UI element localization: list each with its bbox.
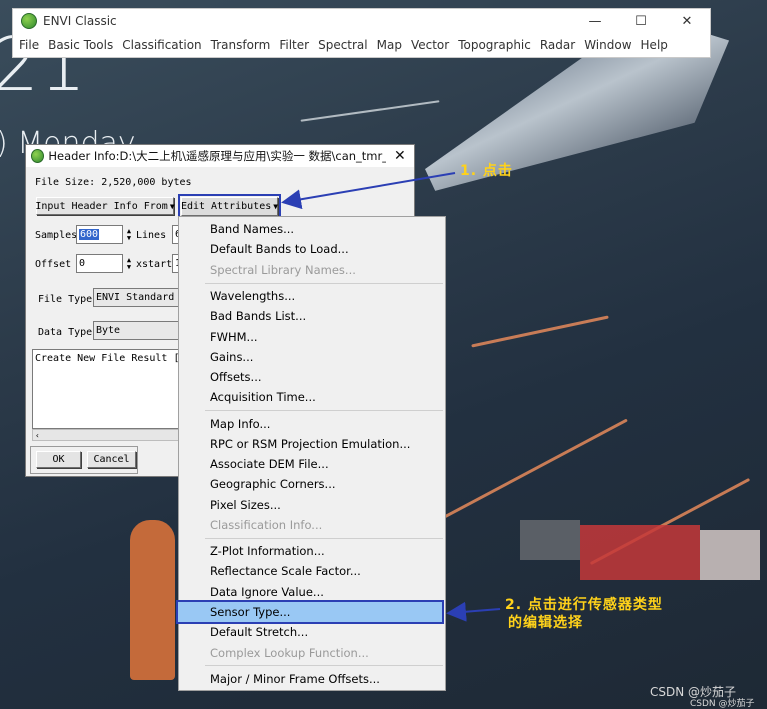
csdn-watermark-small: CSDN @炒茄子 xyxy=(690,699,755,709)
background-streak xyxy=(432,418,628,525)
menu-item-rpc-rsm-projection[interactable]: RPC or RSM Projection Emulation... xyxy=(210,435,410,453)
ok-button[interactable]: OK xyxy=(36,451,81,468)
menu-item-map-info[interactable]: Map Info... xyxy=(210,415,270,433)
file-size-label: File Size: 2,520,000 bytes xyxy=(35,177,192,188)
menu-item-gains[interactable]: Gains... xyxy=(210,348,253,366)
menu-help[interactable]: Help xyxy=(641,38,668,52)
menu-window[interactable]: Window xyxy=(584,38,631,52)
offset-spinner[interactable]: ▲ ▼ xyxy=(124,254,134,273)
main-menubar: File Basic Tools Classification Transfor… xyxy=(13,33,710,57)
samples-input[interactable]: 600 xyxy=(76,225,123,244)
background-streak xyxy=(471,315,609,348)
menu-separator xyxy=(205,538,443,539)
menu-map[interactable]: Map xyxy=(377,38,402,52)
offset-input[interactable]: 0 xyxy=(76,254,123,273)
dialog-title-bar: Header Info:D:\大二上机\遥感原理与应用\实验一 数据\can_t… xyxy=(26,145,414,167)
menu-item-default-bands[interactable]: Default Bands to Load... xyxy=(210,240,349,258)
offset-value: 0 xyxy=(79,258,86,269)
menu-item-offsets[interactable]: Offsets... xyxy=(210,368,262,386)
lines-label: Lines xyxy=(136,230,167,241)
edit-attributes-label: Edit Attributes xyxy=(180,201,272,212)
menu-separator xyxy=(205,665,443,666)
menu-item-complex-lookup-function: Complex Lookup Function... xyxy=(210,646,369,660)
main-title-bar: ENVI Classic — ☐ ✕ xyxy=(13,9,710,33)
samples-label: Samples xyxy=(35,230,78,241)
dialog-close-button[interactable]: ✕ xyxy=(386,148,414,164)
menu-item-associate-dem[interactable]: Associate DEM File... xyxy=(210,455,329,473)
menu-separator xyxy=(205,283,443,284)
menu-item-sensor-type[interactable]: Sensor Type... xyxy=(210,603,290,621)
menu-item-classification-info: Classification Info... xyxy=(210,518,323,532)
dropdown-arrow-icon: ▼ xyxy=(169,201,175,211)
horizontal-scrollbar[interactable]: ‹ xyxy=(32,429,179,441)
envi-logo-icon xyxy=(31,149,45,163)
menu-spectral[interactable]: Spectral xyxy=(318,38,368,52)
data-type-value: Byte xyxy=(96,325,121,336)
annotation-step2-line2: 的编辑选择 xyxy=(508,615,583,631)
background-mosaic xyxy=(700,530,760,580)
menu-basic-tools[interactable]: Basic Tools xyxy=(48,38,113,52)
menu-item-reflectance-scale-factor[interactable]: Reflectance Scale Factor... xyxy=(210,562,361,580)
edit-attributes-button[interactable]: Edit Attributes ▼ xyxy=(181,197,278,216)
dropdown-arrow-icon: ▼ xyxy=(273,202,279,211)
menu-item-frame-offsets[interactable]: Major / Minor Frame Offsets... xyxy=(210,670,380,688)
menu-item-pixel-sizes[interactable]: Pixel Sizes... xyxy=(210,496,281,514)
edit-attributes-menu: Band Names... Default Bands to Load... S… xyxy=(176,216,446,691)
menu-item-data-ignore-value[interactable]: Data Ignore Value... xyxy=(210,583,324,601)
minimize-button[interactable]: — xyxy=(572,14,618,29)
maximize-button[interactable]: ☐ xyxy=(618,14,664,29)
spin-down-icon: ▼ xyxy=(126,262,132,271)
annotation-step1: 1. 点击 xyxy=(460,163,513,179)
menu-radar[interactable]: Radar xyxy=(540,38,575,52)
menu-item-bad-bands-list[interactable]: Bad Bands List... xyxy=(210,307,306,325)
result-text-area[interactable]: Create New File Result [Mo xyxy=(32,349,179,429)
menu-item-default-stretch[interactable]: Default Stretch... xyxy=(210,623,308,641)
file-type-label: File Type xyxy=(38,294,93,305)
file-type-value: ENVI Standard xyxy=(96,292,175,303)
menu-item-spectral-library-names: Spectral Library Names... xyxy=(210,263,356,277)
menu-classification[interactable]: Classification xyxy=(122,38,201,52)
xstart-label: xstart xyxy=(136,259,173,270)
menu-file[interactable]: File xyxy=(19,38,39,52)
input-header-info-button[interactable]: Input Header Info From ▼ xyxy=(35,197,175,215)
samples-spinner[interactable]: ▲ ▼ xyxy=(124,225,134,244)
envi-main-window: ENVI Classic — ☐ ✕ File Basic Tools Clas… xyxy=(12,8,711,58)
menu-separator xyxy=(205,410,443,411)
annotation-step2-line1: 2. 点击进行传感器类型 xyxy=(505,597,663,613)
dialog-title: Header Info:D:\大二上机\遥感原理与应用\实验一 数据\can_t… xyxy=(48,149,386,163)
background-mosaic xyxy=(580,525,700,580)
data-type-label: Data Type xyxy=(38,327,93,338)
menu-item-band-names[interactable]: Band Names... xyxy=(210,220,294,238)
input-header-info-label: Input Header Info From xyxy=(35,200,168,212)
samples-value: 600 xyxy=(79,229,100,240)
menu-filter[interactable]: Filter xyxy=(279,38,309,52)
spin-down-icon: ▼ xyxy=(126,233,132,242)
envi-logo-icon xyxy=(21,13,37,29)
background-mosaic xyxy=(520,520,580,560)
scroll-left-icon: ‹ xyxy=(35,430,40,440)
menu-item-z-plot-information[interactable]: Z-Plot Information... xyxy=(210,542,325,560)
menu-vector[interactable]: Vector xyxy=(411,38,449,52)
background-streak xyxy=(300,100,440,122)
menu-item-fwhm[interactable]: FWHM... xyxy=(210,328,258,346)
background-figure xyxy=(130,520,175,680)
menu-topographic[interactable]: Topographic xyxy=(458,38,531,52)
file-type-select[interactable]: ENVI Standard xyxy=(93,288,179,307)
close-button[interactable]: ✕ xyxy=(664,14,710,29)
cancel-button[interactable]: Cancel xyxy=(87,451,136,468)
main-window-title: ENVI Classic xyxy=(43,14,117,28)
menu-item-wavelengths[interactable]: Wavelengths... xyxy=(210,287,295,305)
menu-item-geographic-corners[interactable]: Geographic Corners... xyxy=(210,475,336,493)
data-type-select[interactable]: Byte xyxy=(93,321,179,340)
result-text: Create New File Result [Mo xyxy=(35,353,179,364)
menu-item-acquisition-time[interactable]: Acquisition Time... xyxy=(210,388,316,406)
menu-transform[interactable]: Transform xyxy=(211,38,271,52)
offset-label: Offset xyxy=(35,259,72,270)
